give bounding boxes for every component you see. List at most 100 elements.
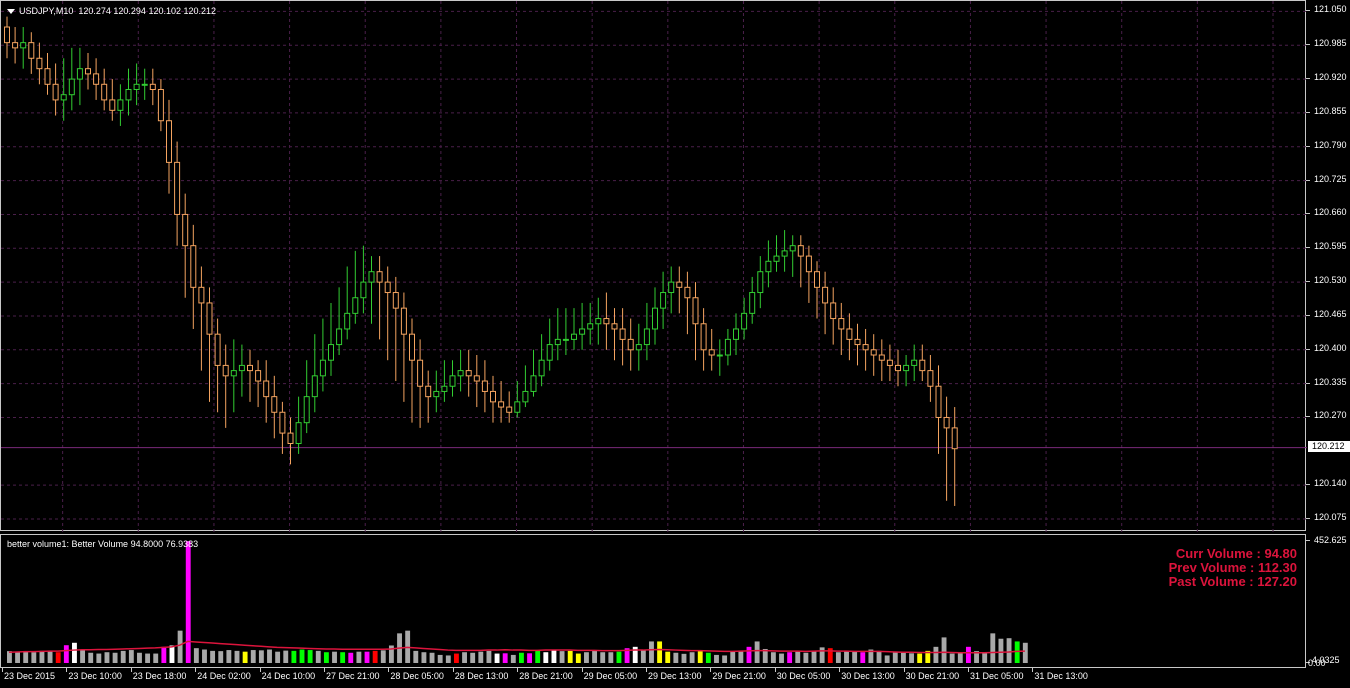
- candle-body: [12, 42, 19, 49]
- volume-indicator-pane[interactable]: better volume1: Better Volume 94.8000 76…: [0, 534, 1306, 668]
- volume-bar: [494, 653, 500, 663]
- candle-body: [619, 328, 626, 340]
- indicator-title: better volume1: Better Volume 94.8000 76…: [7, 539, 199, 549]
- candle-body: [279, 411, 286, 434]
- price-chart-pane[interactable]: USDJPY,M10 120.274 120.294 120.102 120.2…: [0, 0, 1307, 532]
- candle-body: [684, 286, 691, 299]
- volume-bar: [275, 651, 281, 663]
- volume-bar: [267, 649, 272, 663]
- price-axis-label: 120.595: [1314, 241, 1347, 252]
- candle-body: [400, 307, 407, 335]
- volume-bar: [909, 653, 914, 663]
- price-axis-label: 121.050: [1314, 4, 1347, 15]
- time-axis-tick: [903, 668, 905, 672]
- candle-body: [538, 359, 545, 377]
- candle-body: [247, 364, 253, 372]
- candle-body: [546, 344, 553, 361]
- volume-bar: [202, 649, 207, 663]
- volume-bar: [535, 650, 541, 663]
- time-axis-tick: [710, 668, 712, 672]
- volume-bar: [608, 652, 614, 663]
- volume-info-panel: Curr Volume : 94.80 Prev Volume : 112.30…: [1169, 547, 1297, 589]
- volume-bar: [559, 651, 565, 663]
- price-axis-label: 120.140: [1314, 478, 1347, 489]
- candle-body: [109, 99, 116, 111]
- volume-bar: [112, 652, 118, 663]
- volume-axis-tick: [1306, 540, 1310, 541]
- candle-body: [668, 281, 675, 294]
- volume-bar: [137, 652, 142, 663]
- volume-bar: [551, 650, 557, 663]
- time-axis-label: 23 Dec 10:00: [68, 671, 122, 681]
- candle-body: [352, 297, 359, 314]
- volume-bar: [291, 650, 297, 663]
- time-axis-label: 27 Dec 21:00: [326, 671, 380, 681]
- candle-body: [830, 302, 837, 320]
- candle-body: [174, 161, 181, 215]
- price-axis-tick: [1306, 213, 1310, 215]
- time-axis-tick: [195, 668, 197, 672]
- candle-body: [635, 344, 642, 351]
- volume-bar: [844, 650, 849, 663]
- volume-bar: [860, 652, 866, 663]
- candle-body: [328, 344, 334, 361]
- candle-body: [336, 328, 343, 346]
- candle-body: [741, 312, 748, 330]
- volume-bar: [356, 651, 362, 663]
- time-axis-tick: [517, 668, 519, 672]
- candle-body: [951, 427, 958, 450]
- candle-body: [85, 68, 91, 75]
- volume-bar: [746, 646, 752, 663]
- candle-body: [789, 245, 796, 252]
- candle-body: [344, 312, 351, 330]
- volume-bar: [39, 650, 45, 663]
- volume-bar: [941, 637, 947, 663]
- candle-body: [384, 281, 391, 294]
- volume-bar: [421, 652, 427, 663]
- time-axis[interactable]: 23 Dec 2015 23 Dec 10:00 23 Dec 18:00 24 De…: [0, 668, 1306, 688]
- candle-body: [303, 396, 310, 424]
- candle-body: [716, 354, 723, 357]
- volume-bar: [673, 652, 679, 663]
- time-axis-tick: [774, 668, 776, 672]
- volume-bar: [372, 650, 378, 663]
- volume-bar: [730, 651, 736, 663]
- dropdown-triangle-icon[interactable]: [7, 9, 15, 15]
- time-axis-tick: [839, 668, 841, 672]
- price-axis[interactable]: 121.050 120.985 120.920 120.855 120.790 120.7…: [1306, 0, 1350, 531]
- candle-body: [911, 359, 918, 366]
- volume-bar: [697, 651, 703, 663]
- time-axis-label: 23 Dec 18:00: [132, 671, 187, 681]
- price-axis-label: 120.985: [1314, 38, 1347, 49]
- candle-body: [166, 120, 172, 163]
- volume-bar: [437, 654, 443, 663]
- candle-body: [757, 271, 764, 294]
- time-axis-label: 24 Dec 10:00: [261, 671, 316, 681]
- time-axis-label: 30 Dec 21:00: [905, 671, 960, 681]
- volume-bar: [88, 652, 94, 663]
- volume-bar: [876, 650, 882, 663]
- time-axis-tick: [646, 668, 647, 672]
- candle-body: [295, 422, 302, 445]
- candle-body: [20, 42, 27, 49]
- volume-bar: [949, 653, 955, 663]
- candle-body: [392, 292, 399, 309]
- volume-bar: [592, 650, 598, 663]
- price-axis-tick: [1306, 517, 1310, 519]
- candle-body: [149, 83, 156, 91]
- volume-bar: [250, 650, 256, 663]
- volume-chart-canvas: [7, 541, 1028, 663]
- candle-body: [822, 286, 829, 304]
- volume-bar: [299, 649, 305, 663]
- price-axis-label: 120.270: [1314, 410, 1347, 421]
- volume-bar: [307, 650, 313, 663]
- time-axis-label: 28 Dec 05:00: [390, 671, 444, 681]
- candle-body: [571, 333, 577, 340]
- price-axis-label: 120.725: [1314, 173, 1347, 184]
- volume-bar: [852, 651, 858, 663]
- price-axis-tick: [1306, 44, 1310, 46]
- candle-body: [562, 338, 569, 341]
- candle-body: [733, 328, 739, 340]
- candle-body: [919, 359, 926, 372]
- candle-body: [441, 385, 448, 392]
